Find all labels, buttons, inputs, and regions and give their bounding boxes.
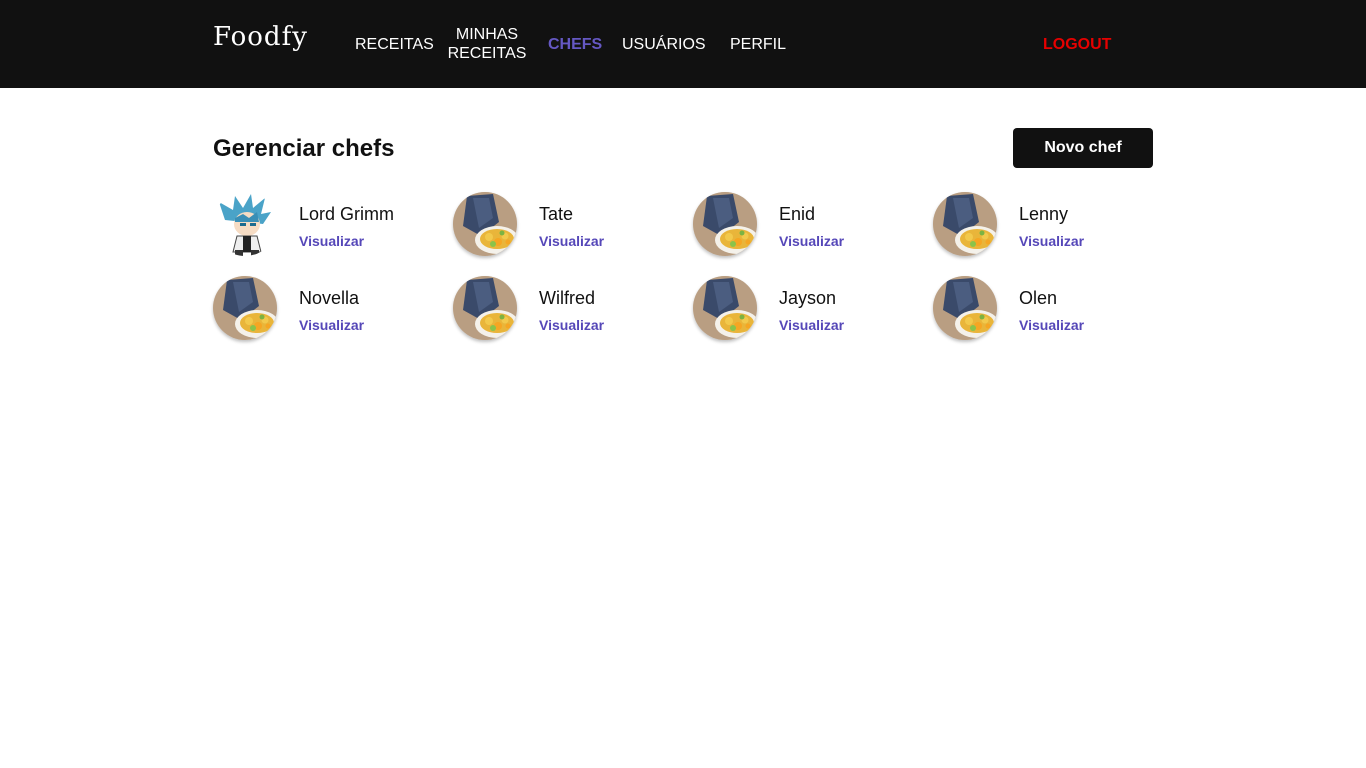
- nav-usuarios[interactable]: USUÁRIOS: [622, 35, 706, 54]
- chef-view-link[interactable]: Visualizar: [299, 233, 364, 249]
- logo[interactable]: Foodfy: [213, 22, 308, 52]
- chef-avatar-anime: [213, 192, 277, 256]
- chef-view-link[interactable]: Visualizar: [779, 233, 844, 249]
- chef-card: Wilfred Visualizar: [453, 276, 673, 342]
- page-title: Gerenciar chefs: [213, 135, 395, 162]
- chef-name: Novella: [299, 288, 360, 308]
- chef-avatar: [213, 276, 277, 340]
- chef-view-link[interactable]: Visualizar: [299, 317, 364, 333]
- chef-avatar: [693, 192, 757, 256]
- chef-card: Tate Visualizar: [453, 192, 673, 258]
- top-header: Foodfy RECEITAS MINHAS RECEITAS CHEFS US…: [0, 0, 1366, 88]
- chef-avatar: [693, 276, 757, 340]
- chef-view-link[interactable]: Visualizar: [539, 233, 604, 249]
- chef-card: Olen Visualizar: [933, 276, 1153, 342]
- chef-card: Lenny Visualizar: [933, 192, 1153, 258]
- chef-view-link[interactable]: Visualizar: [1019, 233, 1084, 249]
- chef-name: Lenny: [1019, 204, 1069, 224]
- nav-chefs[interactable]: CHEFS: [548, 35, 602, 54]
- chef-view-link[interactable]: Visualizar: [539, 317, 604, 333]
- new-chef-button[interactable]: Novo chef: [1013, 128, 1153, 168]
- chef-name: Lord Grimm: [299, 204, 395, 224]
- chef-avatar: [453, 276, 517, 340]
- nav-receitas[interactable]: RECEITAS: [355, 35, 434, 54]
- chef-card: Novella Visualizar: [213, 276, 433, 342]
- chef-name: Jayson: [779, 288, 837, 308]
- chef-card: Jayson Visualizar: [693, 276, 913, 342]
- chef-name: Wilfred: [539, 288, 596, 308]
- nav-perfil[interactable]: PERFIL: [730, 35, 786, 54]
- chef-view-link[interactable]: Visualizar: [779, 317, 844, 333]
- chef-name: Enid: [779, 204, 816, 224]
- chef-avatar: [453, 192, 517, 256]
- chef-card: Enid Visualizar: [693, 192, 913, 258]
- chef-view-link[interactable]: Visualizar: [1019, 317, 1084, 333]
- chef-avatar: [933, 192, 997, 256]
- chef-name: Olen: [1019, 288, 1058, 308]
- logout-link[interactable]: LOGOUT: [1043, 35, 1111, 54]
- chef-avatar: [933, 276, 997, 340]
- nav-minhas-receitas[interactable]: MINHAS RECEITAS: [447, 25, 527, 63]
- chef-name: Tate: [539, 204, 574, 224]
- chef-card: Lord Grimm Visualizar: [213, 192, 433, 258]
